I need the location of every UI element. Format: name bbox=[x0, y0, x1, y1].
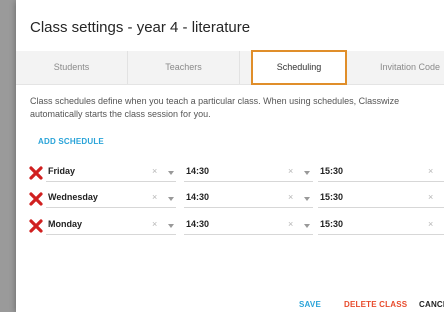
day-select[interactable]: Monday × bbox=[46, 215, 176, 235]
delete-x-icon[interactable] bbox=[28, 218, 44, 234]
clear-icon[interactable]: × bbox=[428, 219, 433, 229]
end-time-value: 15:30 bbox=[320, 219, 344, 229]
start-time-select[interactable]: 14:30 × bbox=[184, 162, 313, 182]
delete-x-icon[interactable] bbox=[28, 191, 44, 207]
chevron-down-icon[interactable] bbox=[304, 224, 310, 228]
chevron-down-icon[interactable] bbox=[168, 224, 174, 228]
delete-class-button[interactable]: DELETE CLASS bbox=[344, 300, 407, 309]
clear-icon[interactable]: × bbox=[288, 166, 293, 176]
tab-scheduling[interactable]: Scheduling bbox=[251, 50, 347, 85]
day-select[interactable]: Wednesday × bbox=[46, 188, 176, 208]
cancel-button[interactable]: CANCEL bbox=[419, 300, 444, 309]
clear-icon[interactable]: × bbox=[288, 192, 293, 202]
end-time-select[interactable]: 15:30 × bbox=[318, 188, 444, 208]
clear-icon[interactable]: × bbox=[152, 192, 157, 202]
start-time-value: 14:30 bbox=[186, 166, 210, 176]
class-settings-dialog: Class settings - year 4 - literature Stu… bbox=[16, 0, 444, 312]
end-time-select[interactable]: 15:30 × bbox=[318, 162, 444, 182]
start-time-select[interactable]: 14:30 × bbox=[184, 188, 313, 208]
end-time-select[interactable]: 15:30 × bbox=[318, 215, 444, 235]
dialog-title: Class settings - year 4 - literature bbox=[30, 19, 251, 36]
schedule-row: Friday × 14:30 × 15:30 × bbox=[16, 162, 444, 186]
start-time-value: 14:30 bbox=[186, 192, 210, 202]
day-select[interactable]: Friday × bbox=[46, 162, 176, 182]
day-value: Wednesday bbox=[48, 192, 98, 202]
end-time-value: 15:30 bbox=[320, 192, 344, 202]
start-time-select[interactable]: 14:30 × bbox=[184, 215, 313, 235]
save-button[interactable]: SAVE bbox=[299, 300, 321, 309]
schedule-row: Monday × 14:30 × 15:30 × bbox=[16, 215, 444, 239]
start-time-value: 14:30 bbox=[186, 219, 210, 229]
end-time-value: 15:30 bbox=[320, 166, 344, 176]
chevron-down-icon[interactable] bbox=[304, 197, 310, 201]
schedule-row: Wednesday × 14:30 × 15:30 × bbox=[16, 188, 444, 212]
clear-icon[interactable]: × bbox=[152, 166, 157, 176]
clear-icon[interactable]: × bbox=[428, 192, 433, 202]
chevron-down-icon[interactable] bbox=[168, 197, 174, 201]
chevron-down-icon[interactable] bbox=[304, 171, 310, 175]
delete-x-icon[interactable] bbox=[28, 165, 44, 181]
clear-icon[interactable]: × bbox=[428, 166, 433, 176]
clear-icon[interactable]: × bbox=[288, 219, 293, 229]
tab-invitation-code[interactable]: Invitation Code bbox=[356, 51, 444, 84]
chevron-down-icon[interactable] bbox=[168, 171, 174, 175]
day-value: Friday bbox=[48, 166, 76, 176]
day-value: Monday bbox=[48, 219, 83, 229]
clear-icon[interactable]: × bbox=[152, 219, 157, 229]
tab-bar: Students Teachers Scheduling Invitation … bbox=[16, 50, 444, 85]
schedule-description: Class schedules define when you teach a … bbox=[30, 96, 400, 119]
tab-students[interactable]: Students bbox=[16, 51, 128, 84]
add-schedule-button[interactable]: ADD SCHEDULE bbox=[38, 137, 104, 146]
tab-teachers[interactable]: Teachers bbox=[128, 51, 240, 84]
